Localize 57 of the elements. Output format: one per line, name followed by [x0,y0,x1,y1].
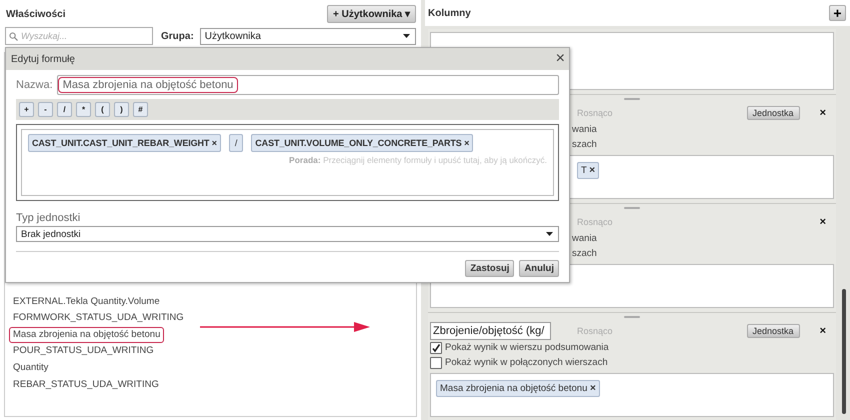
remove-column-button[interactable]: × [820,216,826,228]
operator-button[interactable]: # [133,102,148,117]
name-label: Nazwa: [16,79,53,91]
search-field[interactable]: Wyszukaj... [5,27,153,45]
checkbox-label: wania [572,233,597,244]
property-item[interactable]: EXTERNAL.Tekla Quantity.Volume [9,294,164,310]
dropdown-caret-icon [403,34,410,38]
checkbox-label: wania [572,124,597,135]
unit-type-label: Typ jednostki [16,212,82,224]
checkbox[interactable] [430,356,442,368]
operator-button[interactable]: ) [114,102,129,117]
checkbox-label: Pokaż wynik w połączonych wierszach [445,357,608,368]
checkbox-label: szach [572,139,597,150]
add-user-button[interactable]: + Użytkownika ▾ [327,5,416,23]
field-tag[interactable]: Masa zbrojenia na objętość betonu × [436,380,600,397]
drag-handle[interactable] [624,207,640,209]
search-icon [9,32,18,41]
operator-button[interactable]: / [57,102,72,117]
name-field[interactable]: Masa zbrojenia na objętość betonu [56,75,559,95]
panel-title: Właściwości [6,8,66,20]
operator-button[interactable]: - [38,102,53,117]
formula-operator-tag[interactable]: / [228,134,244,152]
dropdown-caret-icon [546,232,553,236]
sort-label: Rosnąco [577,326,613,336]
unit-type-dropdown[interactable]: Brak jednostki [16,226,559,242]
checkbox[interactable] [430,342,442,354]
unit-button[interactable]: Jednostka [746,324,800,338]
checkbox-label: szach [572,248,597,259]
property-item[interactable]: POUR_STATUS_UDA_WRITING [9,343,158,360]
panel-title: Kolumny [428,8,471,18]
column-name-field[interactable]: Zbrojenie/objętość (kg/ [430,322,551,340]
dialog-button[interactable]: Zastosuj [465,260,514,277]
sort-label: Rosnąco [577,217,613,227]
operator-button[interactable]: ( [95,102,110,117]
group-label: Grupa: [161,30,194,42]
checkbox-label: Pokaż wynik w wierszu podsumowania [445,342,609,353]
property-item[interactable]: Masa zbrojenia na objętość betonu [9,326,164,344]
drag-handle[interactable] [624,316,640,318]
remove-column-button[interactable]: × [820,325,826,337]
remove-column-button[interactable]: × [820,107,826,119]
property-item[interactable]: FORMWORK_STATUS_UDA_WRITING [9,310,188,327]
operator-button[interactable]: * [76,102,91,117]
close-button[interactable]: × [556,52,565,66]
dialog-button[interactable]: Anuluj [519,260,559,277]
unit-button[interactable]: Jednostka [746,106,800,120]
dialog-title: Edytuj formułę [11,54,75,64]
property-item[interactable]: Quantity [9,360,52,377]
formula-field-tag[interactable]: CAST_UNIT.VOLUME_ONLY_CONCRETE_PARTS × [251,134,474,152]
formula-field-tag[interactable]: CAST_UNIT.CAST_UNIT_REBAR_WEIGHT × [28,134,221,152]
property-item[interactable]: REBAR_STATUS_UDA_WRITING [9,376,163,394]
name-value-highlight: Masa zbrojenia na objętość betonu [58,77,238,93]
sort-label: Rosnąco [577,108,613,118]
add-column-button[interactable]: + [829,5,846,21]
group-dropdown[interactable]: Użytkownika [200,28,416,44]
drag-handle[interactable] [624,98,640,100]
field-tag[interactable]: T × [577,162,600,179]
operator-button[interactable]: + [19,102,34,117]
